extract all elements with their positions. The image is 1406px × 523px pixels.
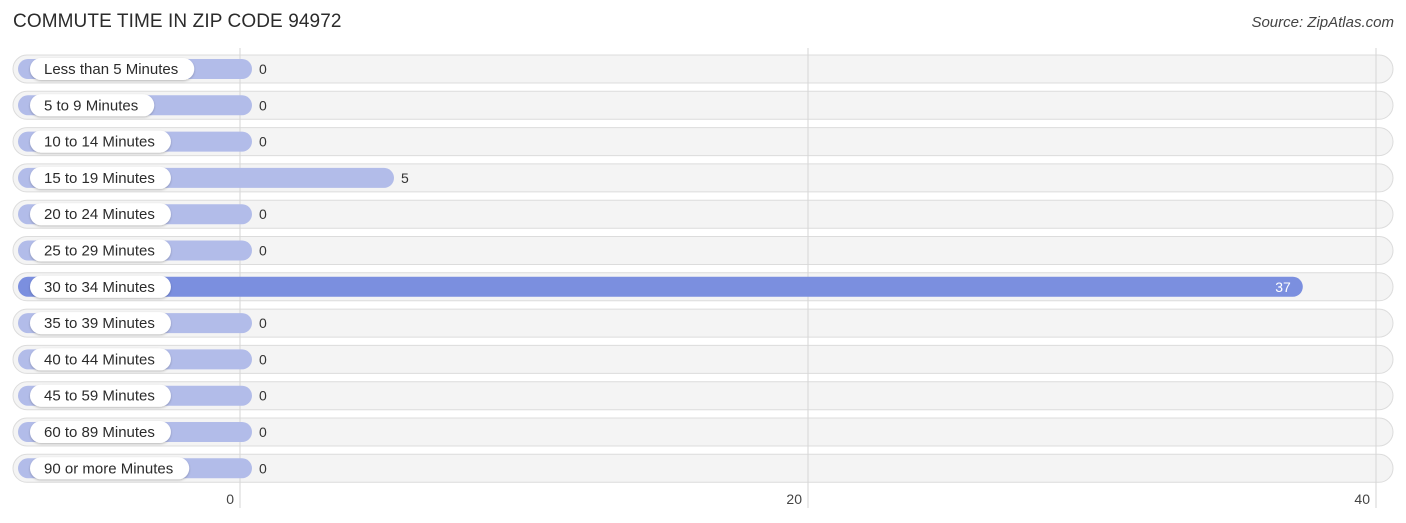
- value-label: 0: [259, 388, 267, 404]
- category-label: 35 to 39 Minutes: [44, 315, 155, 332]
- category-label: 30 to 34 Minutes: [44, 279, 155, 296]
- category-label: 15 to 19 Minutes: [44, 170, 155, 187]
- value-label: 0: [259, 97, 267, 113]
- value-label: 0: [259, 460, 267, 476]
- category-label: 10 to 14 Minutes: [44, 134, 155, 151]
- x-tick-label: 40: [1354, 491, 1370, 507]
- category-label: 20 to 24 Minutes: [44, 206, 155, 223]
- x-tick-label: 0: [226, 491, 234, 507]
- value-label: 0: [259, 315, 267, 331]
- category-label: Less than 5 Minutes: [44, 61, 178, 78]
- category-label: 40 to 44 Minutes: [44, 351, 155, 368]
- x-tick-label: 20: [786, 491, 802, 507]
- value-label: 0: [259, 243, 267, 259]
- value-label: 0: [259, 61, 267, 77]
- category-label: 5 to 9 Minutes: [44, 97, 138, 114]
- value-label: 0: [259, 351, 267, 367]
- category-label: 60 to 89 Minutes: [44, 424, 155, 441]
- category-label: 25 to 29 Minutes: [44, 243, 155, 260]
- value-label: 37: [1275, 279, 1291, 295]
- category-label: 45 to 59 Minutes: [44, 388, 155, 405]
- bar-chart: Less than 5 Minutes 0 5 to 9 Minutes 0 10 to…: [12, 48, 1394, 508]
- category-label: 90 or more Minutes: [44, 460, 173, 477]
- value-label: 0: [259, 206, 267, 222]
- bar: [18, 276, 1303, 297]
- value-label: 5: [401, 170, 409, 186]
- value-label: 0: [259, 134, 267, 150]
- value-label: 0: [259, 424, 267, 440]
